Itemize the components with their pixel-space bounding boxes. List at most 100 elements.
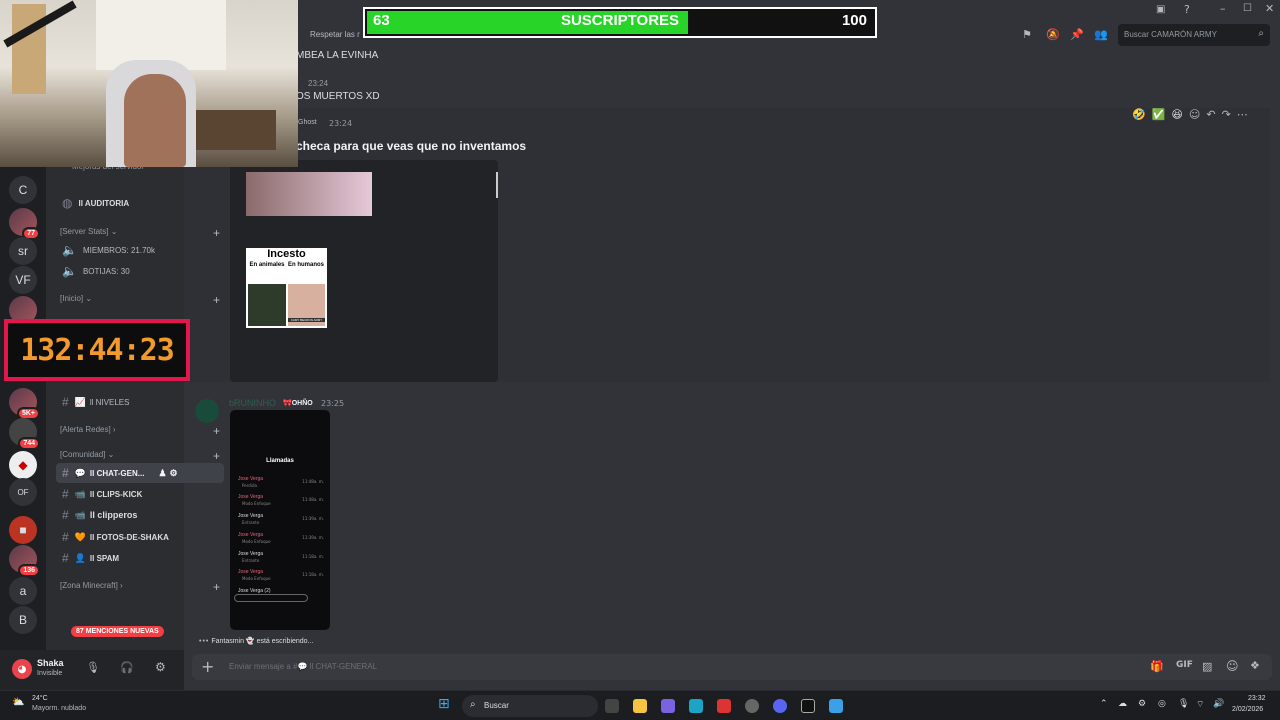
settings-icon[interactable]: ⚙ [170,468,178,479]
task-view-icon[interactable] [605,699,619,713]
notepad-icon[interactable] [829,699,843,713]
message-input[interactable]: Enviar mensaje a #💬 ll CHAT-GENERAL [229,662,377,671]
taskbar-search-label[interactable]: Buscar [484,701,509,710]
add-reaction-icon[interactable]: ☺ [1189,108,1200,121]
forward-icon[interactable]: ↷ [1222,108,1231,121]
invite-icon[interactable]: ♟ [158,468,166,479]
notifications-icon[interactable]: 🔕 [1046,28,1060,41]
user-settings-icon[interactable]: ⚙ [155,660,166,674]
new-mentions-pill[interactable]: 87 MENCIONES NUEVAS [71,626,164,637]
typing-dots-icon: ••• [199,638,210,645]
gif-icon[interactable]: GIF [1176,660,1193,670]
inbox-icon[interactable]: ▣ [1156,4,1165,15]
category-alerta-redes[interactable]: [Alerta Redes] › + [60,424,220,438]
category-server-stats[interactable]: [Server Stats] ⌄ + [60,226,220,240]
threads-icon[interactable]: ⚑ [1022,28,1032,41]
attachment-screenshot[interactable]: Llamadas Jose Verga Perdida 11:48a. m. J… [230,410,330,630]
channel-niveles[interactable]: # 📈 ll NIVELES [56,392,224,412]
microphone-icon[interactable]: 🎙 [86,661,100,674]
maximize-icon[interactable]: ☐ [1243,3,1252,14]
onedrive-icon[interactable]: ☁ [1118,699,1127,709]
server-icon[interactable]: OF [9,478,37,506]
smile-reaction-icon[interactable]: 😆 [1171,108,1182,121]
copilot-icon[interactable] [661,699,675,713]
wps-icon[interactable] [717,699,731,713]
start-icon[interactable]: ⊞ [438,696,450,712]
search-box[interactable]: Buscar CAMARÓN ARMY ⌕ [1118,24,1270,46]
author-name[interactable]: Ghost [298,119,317,126]
server-icon[interactable]: sr [9,237,37,265]
author-name[interactable]: bRUNINHO [229,398,276,408]
server-icon[interactable]: C [9,176,37,204]
call-type: Modo Enfoque [242,576,271,581]
members-icon[interactable]: 👥 [1094,28,1108,41]
check-reaction-icon[interactable]: ✅ [1152,108,1166,121]
close-icon[interactable]: ✕ [1265,2,1274,15]
reply-icon[interactable]: ↶ [1206,108,1215,121]
stat-botijas[interactable]: 🔈 BOTIJAS: 30 [56,261,224,281]
channel-clips-kick[interactable]: # 📹 ll CLIPS-KICK [56,484,224,504]
headphones-icon[interactable]: 🎧 [120,661,134,674]
call-name: Jose Verga [238,513,264,519]
sticker-icon[interactable]: ▨ [1202,660,1212,673]
apps-icon[interactable]: ❖ [1250,659,1260,672]
tray-chevron-icon[interactable]: ⌃ [1100,699,1108,709]
attachment-image[interactable]: Incesto En animales En humanos CAMY BECR… [230,160,498,382]
minimize-icon[interactable]: – [1220,2,1226,15]
file-explorer-icon[interactable] [633,699,647,713]
avatar[interactable]: ◕ [12,659,32,679]
phone-search-bar [234,594,308,602]
channel-spam[interactable]: # 👤 ll SPAM [56,548,224,568]
phone-title: Llamadas [266,458,294,464]
chrome-icon[interactable] [745,699,759,713]
message-composer[interactable]: + Enviar mensaje a #💬 ll CHAT-GENERAL 🎁 … [192,654,1272,680]
call-time: 11:48a. m. [302,479,324,484]
category-inicio[interactable]: [Inicio] ⌄ + [60,293,220,307]
category-comunidad[interactable]: [Comunidad] ⌄ + [60,449,220,463]
gift-icon[interactable]: 🎁 [1150,660,1164,673]
emoji-icon[interactable]: ☺ [1226,659,1239,673]
taskbar-search[interactable]: ⌕ Buscar [462,695,598,717]
weather-temp[interactable]: 24°C [32,695,48,702]
server-icon[interactable]: VF [9,266,37,294]
message-time: 23:25 [321,399,345,408]
server-icon[interactable]: a [9,577,37,605]
channel-auditoria[interactable]: ◍ ll AUDITORIA [56,193,224,213]
category-zona-minecraft[interactable]: [Zona Minecraft] › + [60,580,220,594]
channel-fotos-de-shaka[interactable]: # 🧡 ll FOTOS-DE-SHAKA [56,527,224,547]
call-time: 11:18a. m. [302,554,324,559]
channel-topic: Respetar las r [310,30,360,39]
clock-time[interactable]: 23:32 [1248,695,1266,702]
volume-icon[interactable]: 🔊 [1213,699,1224,709]
tray-app-icon[interactable]: ◎ [1158,699,1166,709]
stat-miembros[interactable]: 🔈 MIEMBROS: 21.70k [56,240,224,260]
server-icon[interactable]: 744 [9,418,40,450]
pin-icon[interactable]: 📌 [1070,28,1084,41]
meme-footer: CAMY BECRON ARMY [288,318,325,322]
username[interactable]: Shaka [37,658,64,668]
app-icon[interactable] [801,699,815,713]
discord-icon[interactable] [773,699,787,713]
search-input[interactable]: Buscar CAMARÓN ARMY [1124,30,1217,39]
server-icon[interactable]: ■ [9,516,37,544]
server-icon[interactable]: ◆ [9,451,37,479]
wifi-icon[interactable]: ⌔ [1196,699,1204,710]
server-icon[interactable]: 136 [9,545,40,577]
weather-icon: ⛅ [12,697,25,708]
attach-plus-icon[interactable]: + [201,657,214,676]
tray-app-icon[interactable]: ⚙ [1138,699,1146,709]
unread-badge: 744 [18,437,40,450]
server-icon[interactable]: 5K+ [9,388,40,420]
server-icon[interactable]: B [9,606,37,634]
emoji-reaction-icon[interactable]: 🤣 [1132,108,1146,121]
mic-tray-icon[interactable]: 🎙 [1178,699,1189,709]
reaction-bar[interactable]: 🤣 ✅ 😆 ☺ ↶ ↷ ⋯ [1132,108,1248,121]
clock-date[interactable]: 2/02/2026 [1232,706,1263,713]
channel-clipperos[interactable]: # 📹 ll clipperos [56,505,224,525]
server-icon[interactable]: 77 [9,208,40,240]
more-icon[interactable]: ⋯ [1237,108,1248,121]
channel-chat-general[interactable]: # 💬 ll CHAT-GEN... ♟ ⚙ [56,463,224,483]
help-icon[interactable]: ? [1184,3,1190,16]
edge-icon[interactable] [689,699,703,713]
weather-desc[interactable]: Mayorm. nublado [32,705,86,712]
